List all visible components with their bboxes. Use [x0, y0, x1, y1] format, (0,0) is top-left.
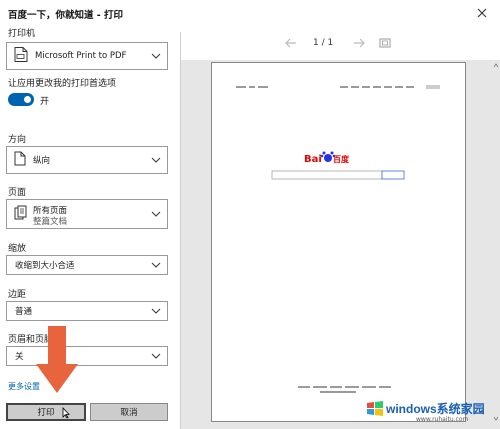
cancel-button-label: 取消 — [120, 408, 138, 418]
scale-select[interactable]: 收缩到大小合适 — [6, 255, 168, 275]
printer-selected: Microsoft Print to PDF — [35, 51, 127, 61]
chevron-down-icon — [151, 52, 161, 63]
page-content-preview: Bai 百度 — [236, 85, 440, 393]
baidu-logo-text: Bai — [304, 154, 322, 165]
cursor-pointer-icon — [62, 407, 70, 419]
chevron-down-icon — [151, 307, 161, 318]
allow-apps-label: 让应用更改我的打印首选项 — [8, 79, 117, 89]
printer-pdf-icon — [14, 47, 28, 66]
settings-panel: 打印机 Microsoft Print to PDF 让应用更改我的打印首选项 … — [0, 26, 180, 429]
close-icon[interactable] — [472, 4, 492, 22]
down-arrow-annotation-icon — [35, 326, 79, 397]
watermark: windows系统家园 www.ruhaitu.com — [358, 394, 498, 424]
printer-label: 打印机 — [8, 29, 36, 39]
windows-logo-icon — [367, 401, 383, 416]
print-dialog: 百度一下，你就知道 - 打印 打印机 Microsoft Print to PD… — [0, 0, 500, 429]
margins-selected: 普通 — [15, 307, 33, 317]
chevron-down-icon — [151, 261, 161, 272]
chevron-down-icon — [151, 352, 161, 363]
preview-panel: 1 / 1 Bai 百度 — [181, 26, 500, 429]
watermark-text: windows系统家园 — [386, 402, 485, 416]
allow-apps-toggle[interactable] — [8, 93, 34, 106]
fit-page-icon[interactable] — [379, 38, 391, 51]
preview-scrollbar[interactable] — [493, 62, 499, 422]
toggle-state-label: 开 — [40, 97, 50, 107]
preview-nav: 1 / 1 — [181, 26, 500, 60]
orientation-selected: 纵向 — [33, 156, 51, 166]
portrait-page-icon — [14, 151, 26, 169]
print-button-label: 打印 — [37, 408, 55, 418]
headers-selected: 关 — [15, 352, 24, 362]
orientation-label: 方向 — [8, 135, 27, 145]
pages-label: 页面 — [8, 188, 27, 198]
scale-selected: 收缩到大小合适 — [15, 261, 75, 271]
margins-select[interactable]: 普通 — [6, 301, 168, 321]
page-indicator: 1 / 1 — [313, 38, 334, 48]
chevron-down-icon — [151, 156, 161, 167]
previous-page-icon[interactable] — [285, 38, 297, 51]
headers-select[interactable]: 关 — [6, 346, 168, 366]
cancel-button[interactable]: 取消 — [90, 403, 168, 421]
toggle-knob — [24, 96, 31, 103]
print-button[interactable]: 打印 — [6, 403, 86, 421]
next-page-icon[interactable] — [353, 38, 365, 51]
chevron-down-icon — [151, 210, 161, 221]
scale-label: 缩放 — [8, 244, 27, 254]
pages-sub: 整篇文档 — [33, 217, 68, 227]
orientation-select[interactable]: 纵向 — [6, 146, 168, 174]
watermark-url: www.ruhaitu.com — [416, 416, 469, 423]
page-preview: Bai 百度 — [211, 62, 466, 422]
window-title: 百度一下，你就知道 - 打印 — [8, 10, 124, 21]
pages-select[interactable]: 所有页面 整篇文档 — [6, 199, 168, 229]
baidu-logo-suffix: 百度 — [333, 154, 350, 164]
margins-label: 边距 — [8, 290, 27, 300]
printer-select[interactable]: Microsoft Print to PDF — [6, 42, 168, 70]
pages-icon — [14, 205, 28, 223]
title-bar: 百度一下，你就知道 - 打印 — [0, 0, 500, 26]
